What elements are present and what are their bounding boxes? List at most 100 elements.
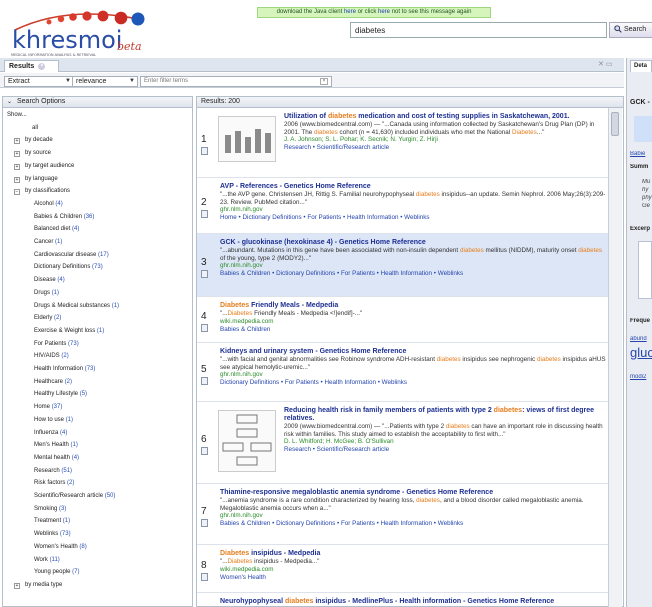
detail-term-link[interactable]: modi2: [630, 374, 652, 380]
result-row[interactable]: 1 Utilization of diabetes medication and …: [197, 108, 608, 178]
result-title-link[interactable]: AVP - References - Genetics Home Referen…: [220, 183, 606, 191]
result-row[interactable]: 5 Kidneys and urinary system - Genetics H…: [197, 343, 608, 402]
facet-item[interactable]: Mental health (4): [34, 454, 224, 462]
search-input[interactable]: diabetes: [350, 22, 607, 38]
facet-group[interactable]: + by target audience: [14, 162, 204, 170]
result-categories[interactable]: Babies & Children • Dictionary Definitio…: [220, 270, 606, 278]
facet-item[interactable]: Men's Health (1): [34, 441, 224, 449]
facet-item[interactable]: Dictionary Definitions (73): [34, 263, 224, 271]
facet-item[interactable]: Smoking (3): [34, 505, 224, 513]
result-url[interactable]: ghr.nlm.nih.gov: [220, 512, 606, 520]
facet-item[interactable]: Scientific/Research article (50): [34, 492, 224, 500]
search-options-header[interactable]: ⌄ Search Options: [3, 97, 192, 108]
facet-group[interactable]: + by media type: [14, 581, 204, 589]
detail-category-link[interactable]: Babie: [630, 151, 652, 157]
facet-item[interactable]: How to use (1): [34, 416, 224, 424]
expand-icon[interactable]: +: [14, 582, 20, 589]
extract-select[interactable]: Extract ▼: [4, 76, 74, 87]
close-panel-icon[interactable]: ✕: [598, 61, 604, 68]
expand-icon[interactable]: +: [14, 163, 20, 170]
result-row[interactable]: 3 GCK - glucokinase (hexokinase 4) - Gene…: [197, 234, 608, 297]
banner-link-download[interactable]: here: [344, 9, 356, 15]
facet-group[interactable]: + by language: [14, 175, 204, 183]
result-row[interactable]: 2 AVP - References - Genetics Home Refere…: [197, 178, 608, 234]
facet-item[interactable]: HIV/AIDS (2): [34, 352, 224, 360]
facet-item[interactable]: Health Information (73): [34, 365, 224, 373]
restore-panel-icon[interactable]: ▭: [606, 61, 613, 68]
result-url[interactable]: ghr.nlm.nih.gov: [220, 206, 606, 214]
detail-term-link[interactable]: abund: [630, 336, 652, 342]
facet-item[interactable]: Disease (4): [34, 276, 224, 284]
facet-item[interactable]: Young people (7): [34, 568, 224, 576]
facet-item[interactable]: Home (37): [34, 403, 224, 411]
tab-results[interactable]: Results ×: [4, 60, 59, 72]
result-row[interactable]: 6 Reducing health risk in family members …: [197, 402, 608, 484]
facet-group[interactable]: + by decade: [14, 136, 204, 145]
facet-item[interactable]: Alcohol (4): [34, 200, 224, 208]
document-icon[interactable]: [201, 447, 208, 455]
result-categories[interactable]: Babies & Children: [220, 326, 606, 334]
facet-item[interactable]: Elderly (2): [34, 314, 224, 322]
facet-item[interactable]: Treatment (1): [34, 517, 224, 525]
result-title-link[interactable]: Neurohypophyseal diabetes insipidus - Me…: [220, 598, 606, 606]
facet-item[interactable]: Weblinks (73): [34, 530, 224, 538]
result-categories[interactable]: Research • Scientific/Research article: [284, 446, 606, 454]
results-scrollbar[interactable]: [608, 108, 622, 607]
result-row[interactable]: 4 Diabetes Friendly Meals - Medpedia "...D…: [197, 297, 608, 343]
document-icon[interactable]: [201, 210, 208, 218]
result-row[interactable]: Neurohypophyseal diabetes insipidus - Me…: [197, 593, 608, 607]
result-row[interactable]: 8 Diabetes insipidus - Medpedia "...Diabet…: [197, 545, 608, 593]
result-thumbnail[interactable]: [218, 410, 276, 472]
facet-group[interactable]: − by classifications: [14, 187, 204, 196]
result-thumbnail[interactable]: [218, 116, 276, 162]
result-title-link[interactable]: Reducing health risk in family members o…: [284, 407, 606, 423]
facet-item[interactable]: Healthcare (2): [34, 378, 224, 386]
search-button[interactable]: Search: [609, 22, 652, 38]
result-url[interactable]: wiki.medpedia.com: [220, 566, 606, 574]
facet-item[interactable]: For Patients (73): [34, 340, 224, 348]
banner-link-dismiss[interactable]: here: [378, 9, 390, 15]
facet-item[interactable]: Research (51): [34, 467, 224, 475]
facet-item[interactable]: Balanced diet (4): [34, 225, 224, 233]
facet-item[interactable]: Babies & Children (36): [34, 213, 224, 221]
result-title-link[interactable]: GCK - glucokinase (hexokinase 4) - Genet…: [220, 239, 606, 247]
result-url[interactable]: ghr.nlm.nih.gov: [220, 371, 606, 379]
expand-icon[interactable]: +: [14, 138, 20, 145]
result-title-link[interactable]: Thiamine-responsive megaloblastic anemia…: [220, 489, 606, 497]
document-icon[interactable]: [201, 518, 208, 527]
result-title-link[interactable]: Kidneys and urinary system - Genetics Ho…: [220, 348, 606, 356]
facet-item[interactable]: Women's Health (8): [34, 543, 224, 551]
facet-all[interactable]: all: [32, 124, 222, 132]
tab-details[interactable]: Deta: [630, 60, 652, 72]
sort-select[interactable]: relevance ▼: [72, 76, 138, 87]
expand-icon[interactable]: −: [14, 189, 20, 196]
close-tab-icon[interactable]: ×: [38, 63, 46, 70]
facet-group[interactable]: + by source: [14, 149, 204, 158]
document-icon[interactable]: [201, 269, 208, 278]
facet-item[interactable]: Drugs & Medical substances (1): [34, 302, 224, 310]
result-title-link[interactable]: Diabetes Friendly Meals - Medpedia: [220, 302, 606, 310]
result-title-link[interactable]: Diabetes insipidus - Medpedia: [220, 550, 606, 558]
scrollbar-thumb[interactable]: [611, 112, 619, 136]
result-url[interactable]: wiki.medpedia.com: [220, 318, 606, 326]
document-icon[interactable]: [201, 376, 208, 385]
document-icon[interactable]: [201, 573, 208, 581]
result-url[interactable]: ghr.nlm.nih.gov: [220, 262, 606, 270]
document-icon[interactable]: [201, 324, 208, 332]
document-icon[interactable]: [201, 147, 208, 155]
facet-item[interactable]: Influenza (4): [34, 429, 224, 437]
facet-item[interactable]: Exercise & Weight loss (1): [34, 327, 224, 335]
facet-item[interactable]: Drugs (1): [34, 289, 224, 297]
filter-terms-input[interactable]: Enter filter terms: [140, 76, 332, 87]
facet-item[interactable]: Cancer (1): [34, 238, 224, 246]
facet-item[interactable]: Work (11): [34, 556, 224, 564]
clear-filter-icon[interactable]: ×: [320, 78, 328, 85]
facet-item[interactable]: Healthy Lifestyle (5): [34, 390, 224, 398]
result-categories[interactable]: Research • Scientific/Research article: [284, 144, 606, 152]
result-title-link[interactable]: Utilization of diabetes medication and c…: [284, 113, 606, 121]
facet-item[interactable]: Cardiovascular disease (17): [34, 251, 224, 259]
result-row[interactable]: 7 Thiamine-responsive megaloblastic anemi…: [197, 484, 608, 545]
result-categories[interactable]: Dictionary Definitions • For Patients • …: [220, 379, 606, 387]
detail-term-link-large[interactable]: gluc: [630, 345, 652, 360]
facet-item[interactable]: Risk factors (2): [34, 479, 224, 487]
